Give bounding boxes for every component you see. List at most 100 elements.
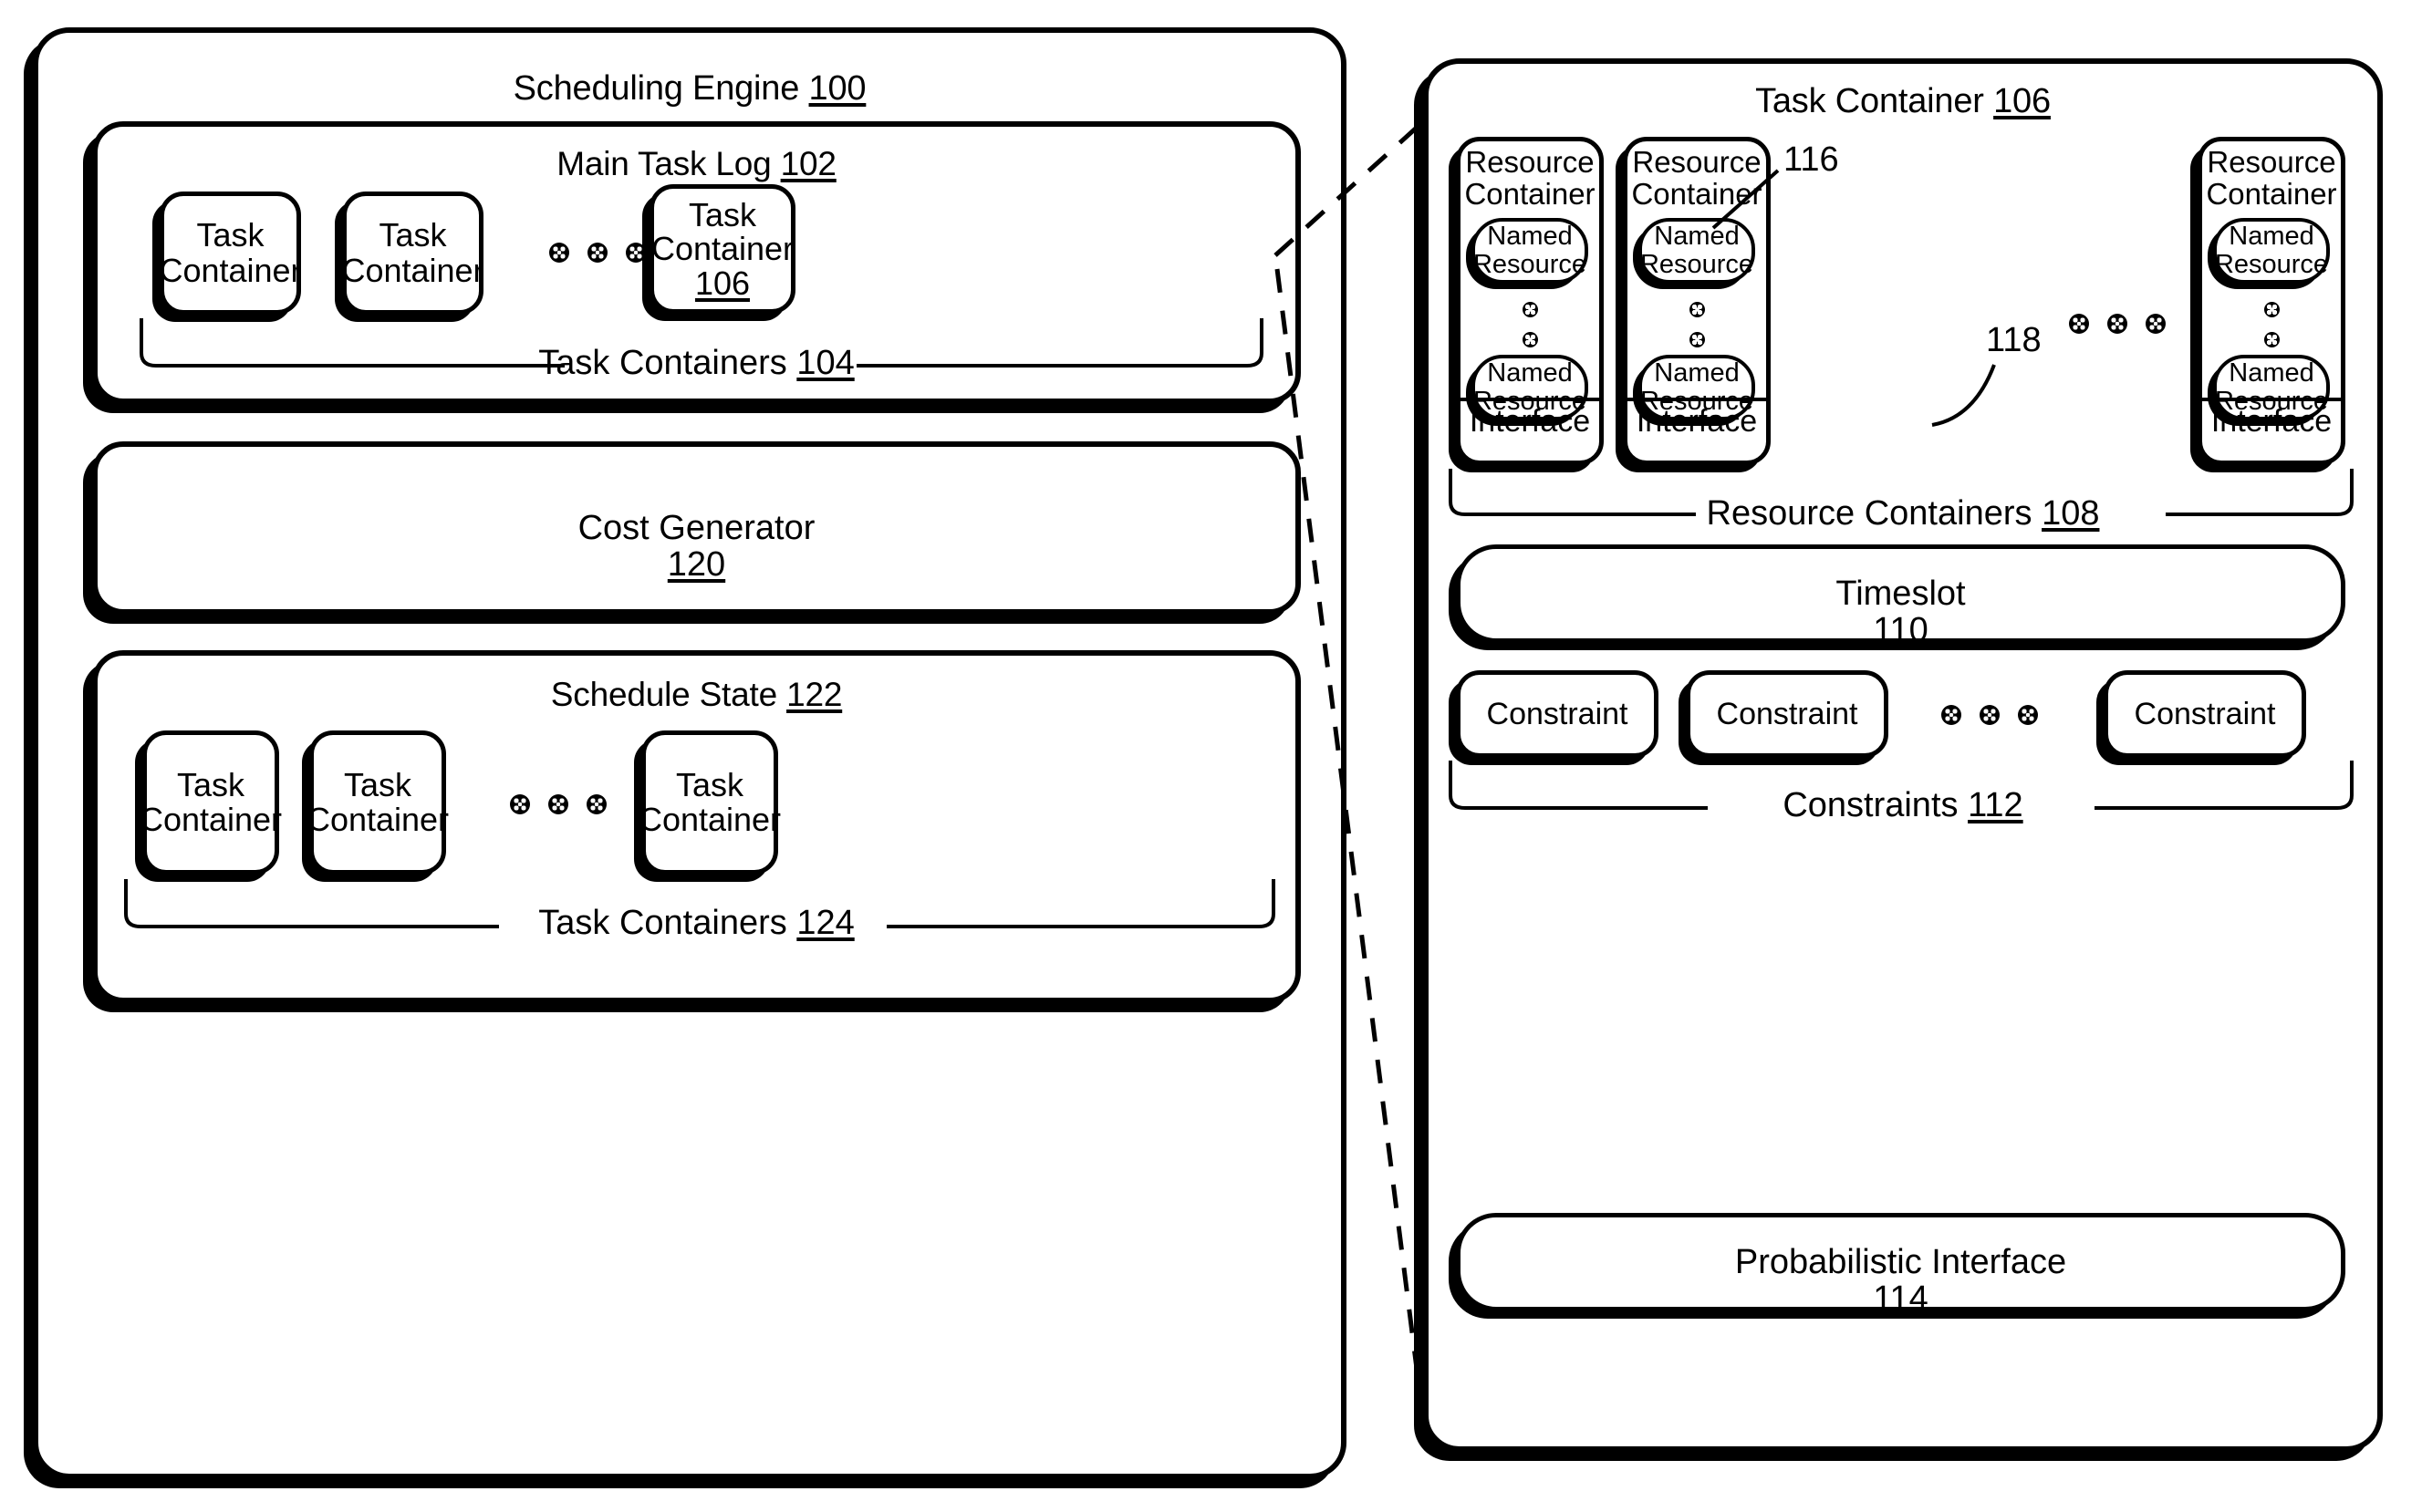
callout-116-text: 116 bbox=[1783, 140, 1839, 179]
timeslot-box[interactable]: Timeslot 110 bbox=[1456, 544, 2345, 648]
task-container-label: Task Container bbox=[306, 765, 450, 838]
ellipsis-dot bbox=[626, 243, 646, 263]
task-container-item[interactable]: Task Container bbox=[306, 730, 450, 875]
ellipsis-icon bbox=[547, 234, 648, 271]
constraint-box[interactable]: Constraint bbox=[1686, 670, 1888, 758]
scheduling-engine-title-text: Scheduling Engine bbox=[513, 69, 800, 108]
ellipsis-dot bbox=[1980, 705, 2000, 725]
task-container-106-title: Task Container 106 bbox=[1429, 82, 2377, 121]
schedule-state-ref: 122 bbox=[786, 676, 843, 713]
resource-container[interactable]: Resource Container Named Resource Named … bbox=[2198, 137, 2345, 465]
task-containers-124-label: Task Containers 124 bbox=[98, 904, 1295, 943]
constraint-box[interactable]: Constraint bbox=[2104, 670, 2306, 758]
ellipsis-dot bbox=[2107, 314, 2127, 334]
main-task-log-section: Main Task Log 102 Task Container Task Co… bbox=[92, 121, 1301, 404]
named-resource-pill[interactable]: Named Resource bbox=[2213, 218, 2330, 284]
ellipsis-dot bbox=[1689, 331, 1705, 347]
schedule-state-title-text: Schedule State bbox=[550, 676, 777, 713]
task-containers-104-text: Task Containers bbox=[538, 344, 787, 382]
task-container-label: Task Container bbox=[341, 216, 484, 289]
ellipsis-dot bbox=[2263, 331, 2280, 347]
probabilistic-interface-title-text: Probabilistic Interface bbox=[1734, 1242, 2067, 1281]
resource-containers-108-ref: 108 bbox=[2042, 494, 2100, 533]
ellipsis-dot bbox=[2146, 314, 2166, 334]
ellipsis-dot bbox=[2263, 301, 2280, 317]
task-container-106-title-text: Task Container bbox=[1755, 82, 1984, 120]
main-task-log-ref: 102 bbox=[780, 145, 837, 182]
ellipsis-dot bbox=[2018, 705, 2038, 725]
task-container-item[interactable]: Task Container bbox=[159, 192, 302, 315]
task-container-label: Task Container bbox=[159, 216, 302, 289]
task-container-label: Task Container bbox=[638, 765, 782, 838]
interface-divider bbox=[1460, 398, 1599, 401]
cost-generator-section: Cost Generator 120 bbox=[92, 441, 1301, 615]
task-container-item[interactable]: Task Container bbox=[341, 192, 484, 315]
callout-116: 116 bbox=[1783, 140, 1839, 180]
schedule-state-section: Schedule State 122 Task Container Task C… bbox=[92, 650, 1301, 1003]
task-containers-124-text: Task Containers bbox=[538, 904, 787, 942]
ellipsis-icon bbox=[508, 786, 608, 823]
scheduling-engine-title: Scheduling Engine 100 bbox=[38, 69, 1341, 109]
resource-container-label: Resource Container bbox=[1631, 145, 1762, 211]
ellipsis-dot bbox=[1689, 301, 1705, 317]
ellipsis-dot bbox=[587, 243, 608, 263]
named-resource-label: Named Resource bbox=[1639, 222, 1754, 279]
resource-container-label: Resource Container bbox=[2206, 145, 2337, 211]
probabilistic-interface-box[interactable]: Probabilistic Interface 114 bbox=[1456, 1213, 2345, 1317]
ellipsis-icon bbox=[1930, 697, 2049, 733]
task-container-106-label: Task Container bbox=[650, 195, 795, 268]
main-task-log-title: Main Task Log 102 bbox=[98, 145, 1295, 183]
task-container-item[interactable]: Task Container bbox=[139, 730, 283, 875]
constraint-box[interactable]: Constraint bbox=[1456, 670, 1658, 758]
ellipsis-dot bbox=[510, 794, 530, 814]
named-resource-pill[interactable]: Named Resource bbox=[1638, 218, 1755, 284]
ellipsis-dot bbox=[549, 243, 569, 263]
scheduling-engine-ref: 100 bbox=[808, 69, 867, 108]
ellipsis-dot bbox=[1941, 705, 1961, 725]
ellipsis-dot bbox=[2069, 314, 2089, 334]
task-container-detail-panel: Task Container 106 Resource Container Na… bbox=[1423, 58, 2383, 1452]
constraints-112-label: Constraints 112 bbox=[1429, 786, 2377, 825]
ellipsis-icon bbox=[2058, 306, 2177, 342]
task-containers-104-label: Task Containers 104 bbox=[98, 344, 1295, 383]
resource-container-label: Resource Container bbox=[1464, 145, 1596, 211]
timeslot-title-text: Timeslot bbox=[1835, 574, 1966, 613]
named-resource-label: Named Resource bbox=[1472, 222, 1587, 279]
scheduling-engine-panel: Scheduling Engine 100 Main Task Log 102 … bbox=[33, 27, 1346, 1479]
named-resource-label: Named Resource bbox=[2214, 222, 2329, 279]
schedule-state-title: Schedule State 122 bbox=[98, 676, 1295, 714]
probabilistic-interface-ref: 114 bbox=[1873, 1279, 1928, 1319]
ellipsis-dot bbox=[1522, 331, 1538, 347]
ellipsis-dot bbox=[548, 794, 568, 814]
interface-label: Interface bbox=[2210, 404, 2333, 439]
timeslot-ref: 110 bbox=[1873, 611, 1928, 650]
task-container-item-106[interactable]: Task Container 106 bbox=[650, 184, 795, 314]
callout-118: 118 bbox=[1986, 321, 2042, 360]
main-task-log-title-text: Main Task Log bbox=[556, 145, 772, 182]
cost-generator-ref: 120 bbox=[667, 545, 726, 585]
interface-label: Interface bbox=[1469, 404, 1591, 439]
task-containers-104-ref: 104 bbox=[796, 344, 855, 382]
resource-containers-108-text: Resource Containers bbox=[1706, 494, 2032, 533]
task-container-106-ref: 106 bbox=[694, 264, 751, 302]
cost-generator-title-text: Cost Generator bbox=[577, 508, 816, 547]
resource-containers-108-label: Resource Containers 108 bbox=[1429, 494, 2377, 533]
constraints-112-text: Constraints bbox=[1783, 786, 1959, 824]
constraint-label: Constraint bbox=[2134, 696, 2276, 731]
task-container-label: Task Container bbox=[139, 765, 283, 838]
callout-118-text: 118 bbox=[1986, 321, 2042, 359]
task-container-106-title-ref: 106 bbox=[1993, 82, 2051, 120]
interface-divider bbox=[1627, 398, 1766, 401]
resource-container[interactable]: Resource Container Named Resource Named … bbox=[1623, 137, 1771, 465]
constraint-label: Constraint bbox=[1716, 696, 1858, 731]
ellipsis-dot bbox=[1522, 301, 1538, 317]
resource-container[interactable]: Resource Container Named Resource Named … bbox=[1456, 137, 1604, 465]
named-resource-pill[interactable]: Named Resource bbox=[1471, 218, 1588, 284]
constraints-112-ref: 112 bbox=[1968, 786, 2023, 824]
interface-label: Interface bbox=[1636, 404, 1758, 439]
task-containers-124-ref: 124 bbox=[796, 904, 855, 942]
constraint-label: Constraint bbox=[1486, 696, 1628, 731]
task-container-item[interactable]: Task Container bbox=[638, 730, 782, 875]
interface-divider bbox=[2202, 398, 2341, 401]
ellipsis-dot bbox=[587, 794, 607, 814]
